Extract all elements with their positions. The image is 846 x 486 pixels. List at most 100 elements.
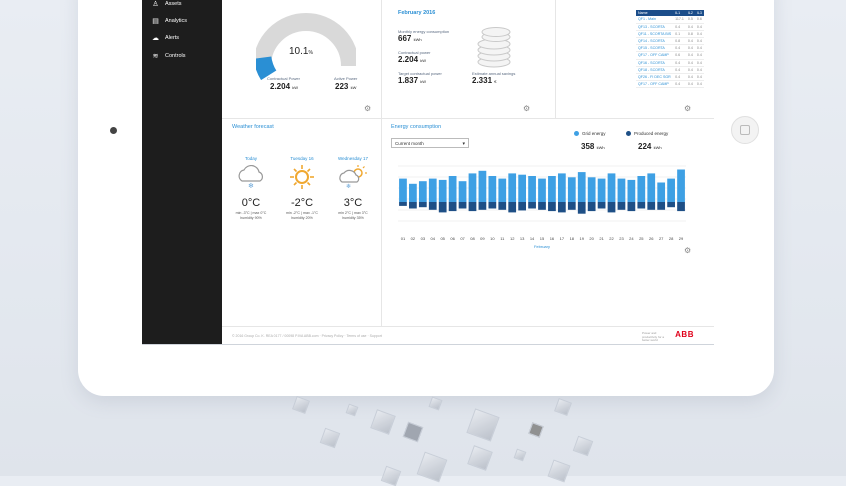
grid-energy-bar[interactable] [637, 176, 646, 202]
grid-energy-bar[interactable] [557, 173, 566, 202]
gear-icon[interactable]: ⚙ [364, 104, 371, 113]
legend-grid: Grid energy [574, 131, 606, 136]
produced-energy-bar[interactable] [399, 202, 407, 206]
footer-text: © 2016 Group Co. K. REA 0177 / 00098 P.I… [232, 334, 382, 338]
table-cell: 0.4 [685, 51, 695, 60]
decorative-cube [428, 396, 443, 411]
produced-energy-bar[interactable] [657, 202, 666, 210]
grid-energy-bar[interactable] [567, 177, 576, 202]
produced-energy-bar[interactable] [478, 202, 487, 210]
table-cell: 0.8 [685, 30, 695, 38]
sidebar-item-controls[interactable]: ≋ Controls [152, 50, 186, 62]
grid-energy-bar[interactable] [488, 176, 497, 202]
table-cell: 0.1 [673, 30, 686, 38]
grid-energy-bar[interactable] [627, 179, 636, 202]
produced-energy-bar[interactable] [498, 202, 507, 210]
grid-energy-bar[interactable] [409, 183, 417, 202]
grid-energy-bar[interactable] [597, 178, 606, 202]
table-row[interactable]: QF14 - SCORTA 0.8 0.4 0.4 [636, 37, 704, 46]
grid-energy-bar[interactable] [647, 173, 656, 202]
grid-energy-bar[interactable] [418, 181, 427, 202]
produced-energy-bar[interactable] [627, 202, 636, 212]
produced-energy-bar[interactable] [508, 202, 517, 213]
grid-energy-bar[interactable] [548, 176, 556, 202]
produced-energy-bar[interactable] [577, 202, 586, 214]
produced-energy-bar[interactable] [557, 202, 566, 213]
produced-energy-bar[interactable] [468, 202, 477, 212]
sidebar-item-analytics[interactable]: ▤ Analytics [152, 15, 187, 27]
table-cell: 0.4 [685, 44, 695, 53]
x-axis-label: February [534, 244, 550, 249]
grid-energy-bar[interactable] [448, 176, 457, 202]
grid-energy-bar[interactable] [458, 181, 467, 202]
table-row[interactable]: QF17 - OFF CAMP 0.4 0.4 0.4 [636, 80, 704, 89]
svg-text:❄: ❄ [346, 183, 351, 189]
table-cell: QF13 - SCORTA [636, 23, 674, 31]
grid-energy-bar[interactable] [617, 178, 626, 202]
produced-energy-bar[interactable] [438, 202, 447, 213]
table-row[interactable]: QF15 - SCORTA 0.4 0.4 0.4 [636, 44, 704, 53]
produced-energy-bar[interactable] [458, 202, 467, 209]
produced-energy-bar[interactable] [567, 202, 576, 210]
produced-energy-bar[interactable] [418, 202, 427, 208]
produced-energy-bar[interactable] [677, 202, 685, 212]
produced-energy-bar[interactable] [428, 202, 437, 210]
decorative-cube [292, 396, 310, 414]
period-select[interactable]: Current month ▾ [391, 138, 469, 148]
produced-energy-bar[interactable] [647, 202, 656, 210]
grid-energy-bar[interactable] [468, 173, 477, 202]
table-cell: 0.4 [673, 73, 686, 82]
grid-energy-bar[interactable] [399, 178, 407, 202]
grid-energy-bar[interactable] [498, 178, 507, 202]
gear-icon[interactable]: ⚙ [523, 104, 530, 113]
table-cell: 0.4 [685, 37, 695, 46]
grid-energy-bar[interactable] [657, 182, 666, 203]
table-cell: 0.4 [685, 59, 695, 67]
sidebar-item-alerts[interactable]: ☁ Alerts [152, 32, 179, 44]
table-cell: 0.8 [673, 37, 686, 46]
x-tick-label: 14 [530, 236, 535, 241]
table-row[interactable]: QF16 - SCORTA 0.4 0.4 0.4 [636, 59, 704, 67]
produced-energy-bar[interactable] [597, 202, 606, 209]
gauge-fill [256, 56, 277, 80]
produced-energy-bar[interactable] [667, 202, 675, 208]
table-row[interactable]: QF11 - SCORTA BIS 0.1 0.8 0.4 [636, 30, 704, 38]
x-tick-label: 03 [421, 236, 426, 241]
table-row[interactable]: QF13 - SCORTA 0.4 0.4 0.4 [636, 23, 704, 31]
table-row[interactable]: QF26 - FI DEC SGR 0.4 0.4 0.4 [636, 73, 704, 82]
grid-energy-bar[interactable] [577, 172, 586, 202]
produced-energy-bar[interactable] [607, 202, 616, 213]
table-row[interactable]: QF18 - SCORTA 0.4 0.4 0.4 [636, 66, 704, 74]
grid-energy-bar[interactable] [438, 179, 447, 202]
grid-energy-bar[interactable] [607, 173, 616, 202]
grid-energy-bar[interactable] [538, 178, 546, 202]
month-title: February 2016 [398, 10, 436, 16]
decorative-cube [528, 422, 544, 438]
grid-energy-bar[interactable] [528, 176, 536, 202]
gear-icon[interactable]: ⚙ [684, 246, 691, 255]
table-row[interactable]: QF17 - OFF CAMP 0.6 0.4 0.4 [636, 51, 704, 60]
produced-energy-bar[interactable] [548, 202, 556, 212]
table-cell: 117.1 [673, 16, 686, 24]
abb-logo: ABB [675, 330, 694, 339]
produced-energy-bar[interactable] [518, 202, 527, 211]
sidebar-item-assets[interactable]: ♙ Assets [152, 0, 181, 10]
produced-energy-bar[interactable] [528, 202, 536, 209]
produced-energy-bar[interactable] [448, 202, 457, 212]
grid-energy-bar[interactable] [518, 174, 527, 202]
grid-energy-bar[interactable] [478, 170, 487, 202]
grid-energy-bar[interactable] [587, 177, 596, 202]
grid-energy-bar[interactable] [428, 178, 437, 202]
produced-energy-bar[interactable] [617, 202, 626, 210]
produced-energy-bar[interactable] [587, 202, 596, 212]
produced-energy-bar[interactable] [488, 202, 497, 209]
produced-energy-bar[interactable] [637, 202, 646, 209]
produced-energy-bar[interactable] [409, 202, 417, 209]
home-button[interactable] [731, 116, 759, 144]
produced-energy-bar[interactable] [538, 202, 546, 210]
grid-energy-bar[interactable] [667, 178, 675, 202]
table-row[interactable]: QF1 - Main 117.1 0.5 0.6 [636, 16, 704, 24]
grid-energy-bar[interactable] [677, 169, 685, 203]
grid-energy-bar[interactable] [508, 173, 517, 202]
gear-icon[interactable]: ⚙ [684, 104, 691, 113]
